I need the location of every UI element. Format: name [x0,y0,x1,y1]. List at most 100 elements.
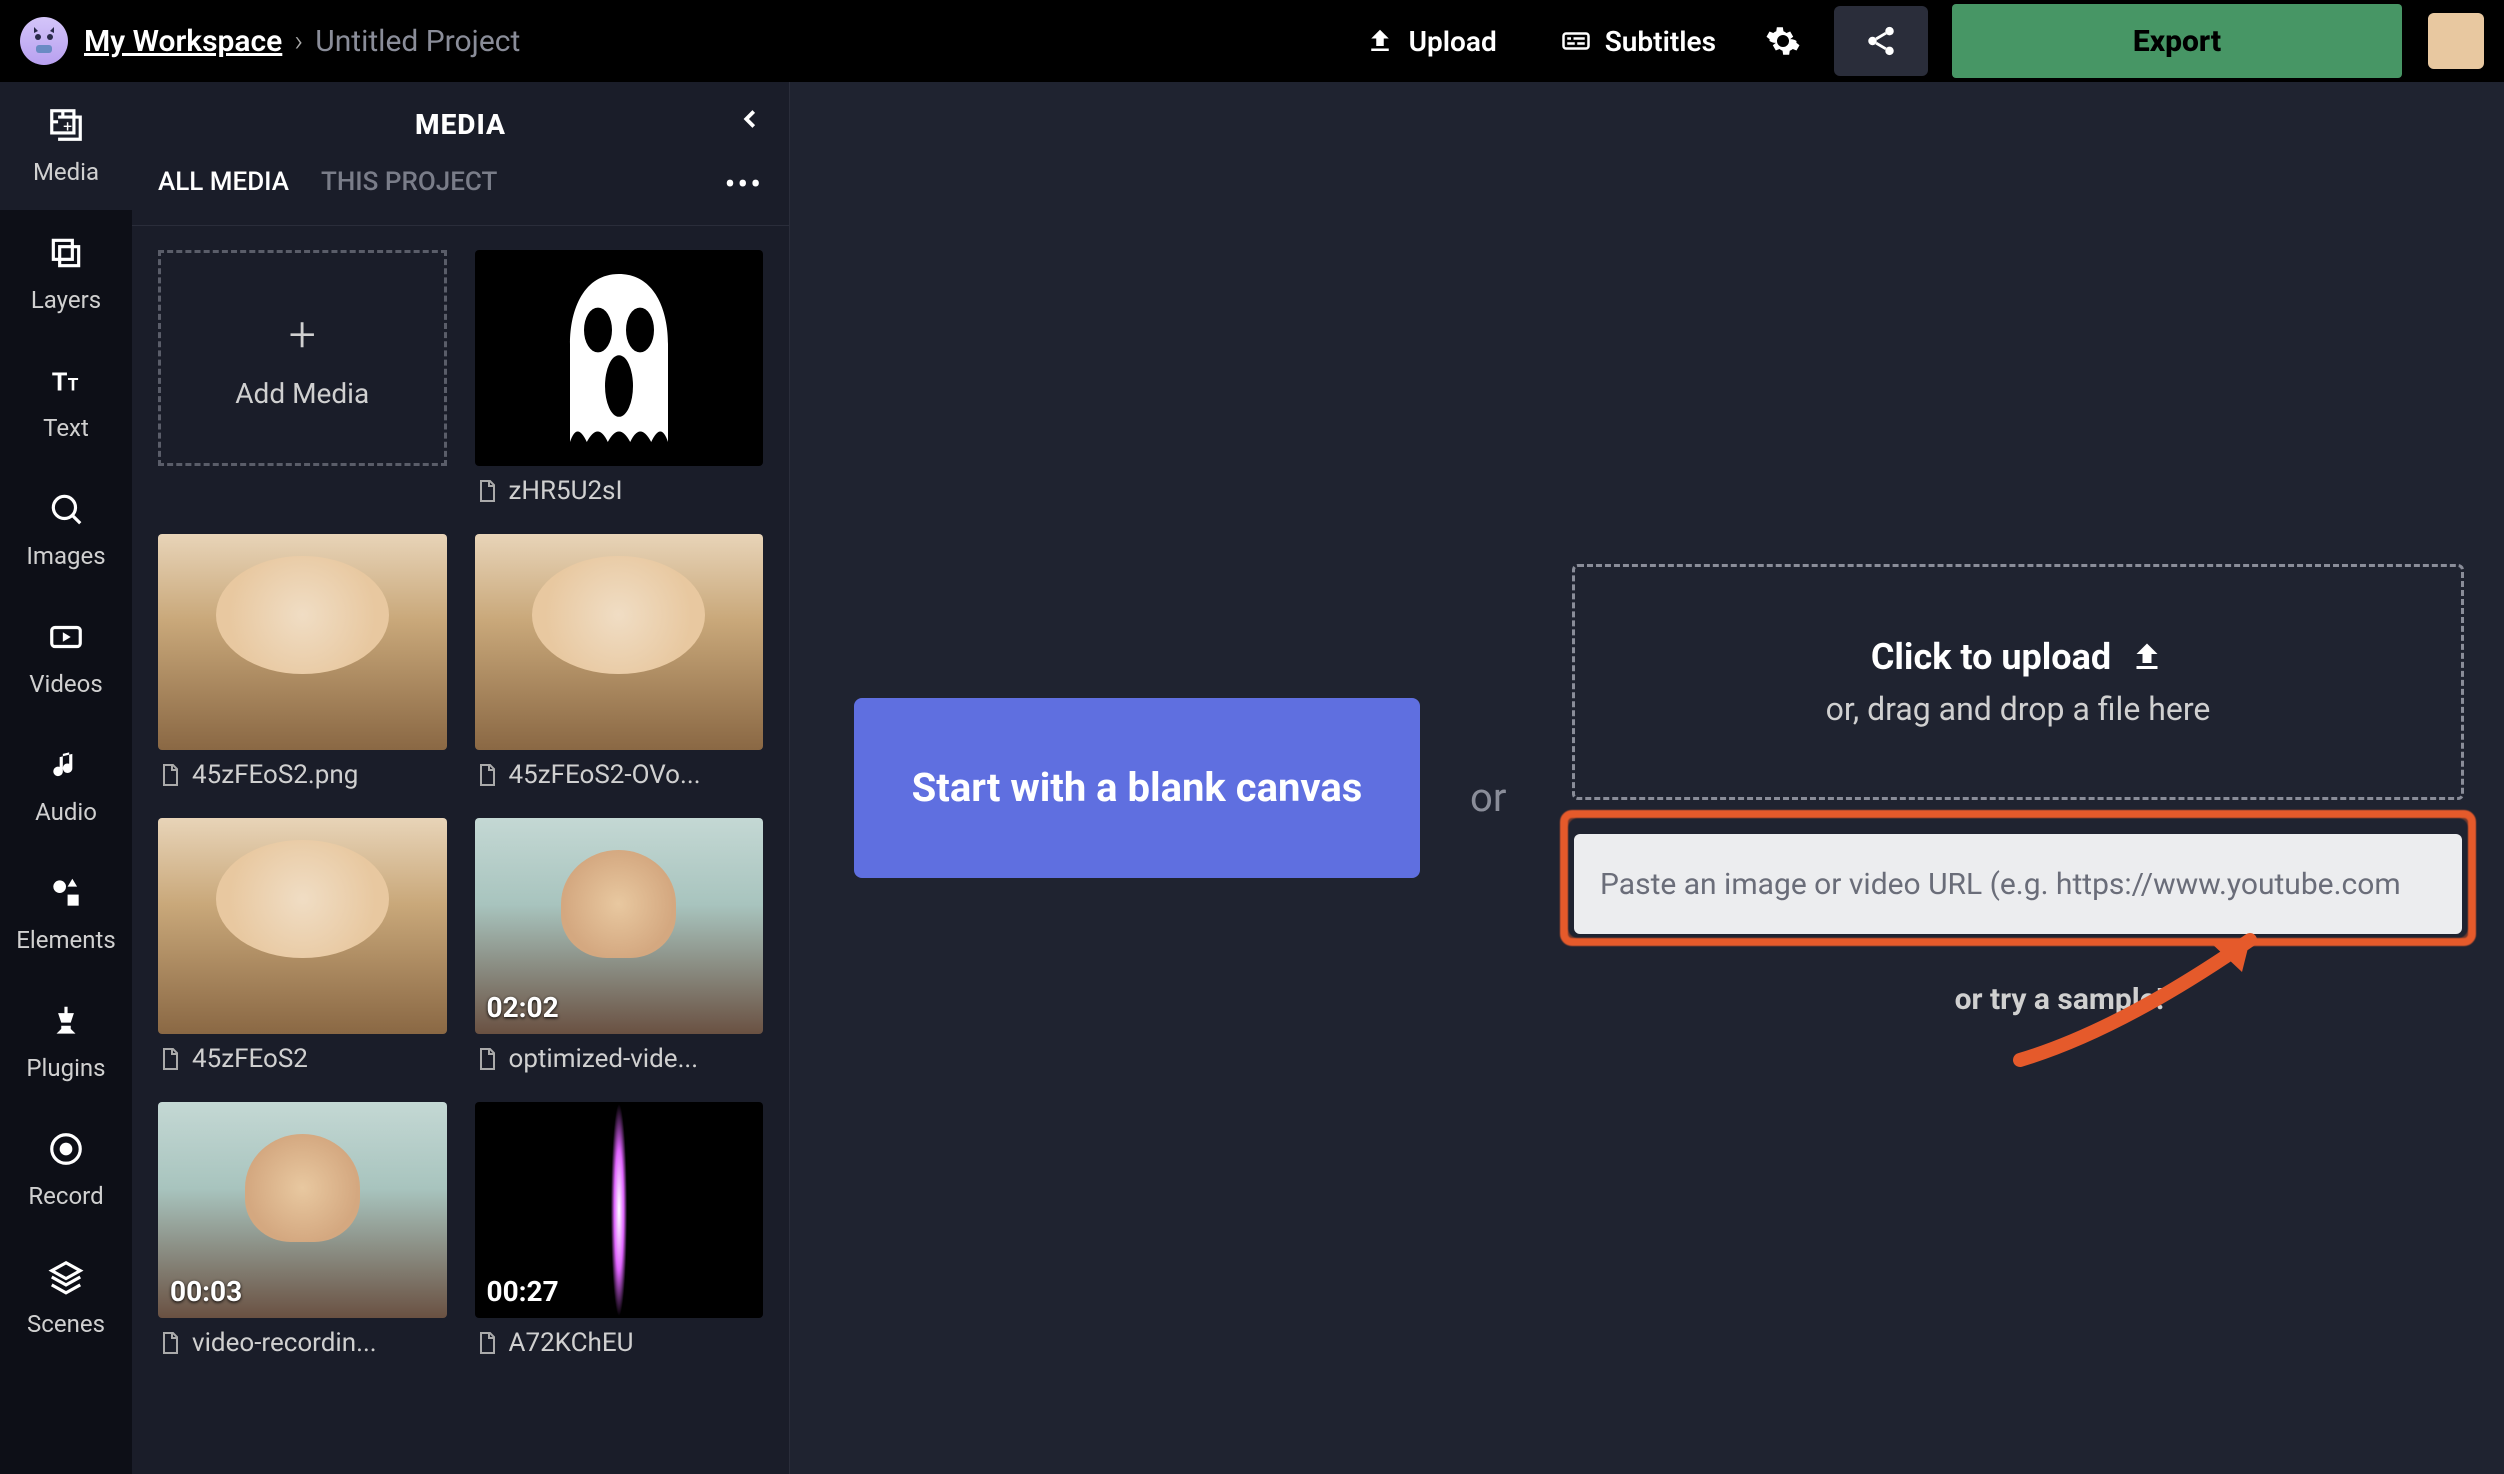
file-icon [158,1047,182,1071]
media-filename: 45zFEoS2.png [158,760,447,790]
media-filename: A72KChEU [475,1328,764,1358]
videos-icon [47,618,85,662]
upload-icon [1365,26,1395,56]
collapse-panel-button[interactable] [735,104,765,138]
upload-icon [2129,639,2165,675]
sidebar-item-audio[interactable]: Audio [0,722,132,850]
media-duration: 00:27 [487,1275,559,1308]
upload-zone-title: Click to upload [1871,636,2111,678]
subtitles-label: Subtitles [1605,25,1716,58]
settings-button[interactable] [1756,14,1810,68]
media-filename: optimized-vide... [475,1044,764,1074]
media-thumbnail [475,534,764,750]
media-item[interactable]: 45zFEoS2 [158,818,447,1074]
topbar: My Workspace › Untitled Project Upload S… [0,0,2504,82]
upload-zone-subtitle: or, drag and drop a file here [1826,690,2211,728]
svg-text:T: T [52,369,68,398]
sidebar-item-layers[interactable]: Layers [0,210,132,338]
gear-icon [1765,23,1801,59]
more-options-button[interactable]: ••• [725,165,763,203]
record-icon [47,1130,85,1174]
svg-text:+: + [63,116,72,135]
media-item[interactable]: zHR5U2sI [475,250,764,506]
text-icon: TT [47,362,85,406]
media-grid: + Add Media zHR5U2sI 45zFEoS2.png 45zFEoS2-O… [158,250,763,1358]
file-icon [475,763,499,787]
start-blank-label: Start with a blank canvas [912,761,1363,815]
sidebar-item-label: Plugins [26,1054,105,1082]
or-divider: or [1470,774,1506,821]
subtitles-button[interactable]: Subtitles [1537,15,1740,68]
plugins-icon [47,1002,85,1046]
images-icon [47,490,85,534]
add-media-tile[interactable]: + Add Media [158,250,447,466]
share-icon [1864,24,1898,58]
url-input[interactable] [1574,834,2462,934]
breadcrumb: My Workspace › Untitled Project [84,24,520,59]
upload-label: Upload [1409,25,1497,58]
sidebar-item-label: Scenes [27,1310,105,1338]
media-filename: 45zFEoS2 [158,1044,447,1074]
media-item[interactable]: 45zFEoS2.png [158,534,447,790]
scenes-icon [47,1258,85,1302]
media-tab-this-project[interactable]: THIS PROJECT [321,167,497,201]
start-blank-canvas-button[interactable]: Start with a blank canvas [854,698,1420,878]
media-thumbnail [158,534,447,750]
media-thumbnail [475,250,764,466]
media-panel: MEDIA ALL MEDIA THIS PROJECT ••• + Add Medi… [132,82,790,1474]
sidebar-item-media[interactable]: + Media [0,82,132,210]
media-duration: 00:03 [170,1275,242,1308]
sidebar-item-record[interactable]: Record [0,1106,132,1234]
sidebar-item-videos[interactable]: Videos [0,594,132,722]
workspace-link[interactable]: My Workspace [84,24,282,59]
sidebar-item-label: Media [33,158,99,186]
media-filename: video-recordin... [158,1328,447,1358]
sidebar-item-text[interactable]: TT Text [0,338,132,466]
media-thumbnail: 02:02 [475,818,764,1034]
export-button[interactable]: Export [1952,4,2402,78]
sidebar-item-label: Record [28,1182,103,1210]
export-label: Export [2133,24,2221,59]
media-filename: 45zFEoS2-OVo... [475,760,764,790]
sidebar-item-elements[interactable]: Elements [0,850,132,978]
share-button[interactable] [1834,6,1928,76]
sidebar-item-label: Images [26,542,105,570]
file-icon [158,763,182,787]
project-name[interactable]: Untitled Project [315,24,520,59]
svg-text:T: T [68,376,79,396]
canvas-area: Start with a blank canvas or Click to up… [790,82,2504,1474]
media-item[interactable]: 00:27 A72KChEU [475,1102,764,1358]
upload-dropzone[interactable]: Click to upload or, drag and drop a file… [1572,564,2464,800]
sidebar-item-label: Videos [29,670,102,698]
audio-icon [47,746,85,790]
media-item[interactable]: 00:03 video-recordin... [158,1102,447,1358]
file-icon [475,1331,499,1355]
user-avatar[interactable] [2428,13,2484,69]
sidebar-item-label: Text [43,414,89,442]
chevron-left-icon [735,104,765,134]
media-tab-all-media[interactable]: ALL MEDIA [158,167,289,201]
layers-icon [47,234,85,278]
try-sample-link[interactable]: or try a sample! [1955,982,2164,1017]
media-tabs: ALL MEDIA THIS PROJECT ••• [132,167,789,226]
subtitles-icon [1561,26,1591,56]
sidebar-item-plugins[interactable]: Plugins [0,978,132,1106]
sidebar-item-label: Layers [31,286,101,314]
upload-button[interactable]: Upload [1341,15,1521,68]
media-duration: 02:02 [487,991,559,1024]
tool-sidebar: + Media Layers TT Text Images Videos Audio Eleme… [0,82,132,1474]
plus-icon: + [289,306,316,363]
media-item[interactable]: 45zFEoS2-OVo... [475,534,764,790]
logo-icon [28,25,60,57]
file-icon [158,1331,182,1355]
sidebar-item-label: Elements [16,926,115,954]
sidebar-item-images[interactable]: Images [0,466,132,594]
media-panel-title: MEDIA [415,108,506,141]
add-media-label: Add Media [235,377,369,410]
media-thumbnail: 00:03 [158,1102,447,1318]
workspace-logo[interactable] [20,17,68,65]
media-item[interactable]: 02:02 optimized-vide... [475,818,764,1074]
media-icon: + [47,106,85,150]
sidebar-item-scenes[interactable]: Scenes [0,1234,132,1362]
sidebar-item-label: Audio [35,798,97,826]
